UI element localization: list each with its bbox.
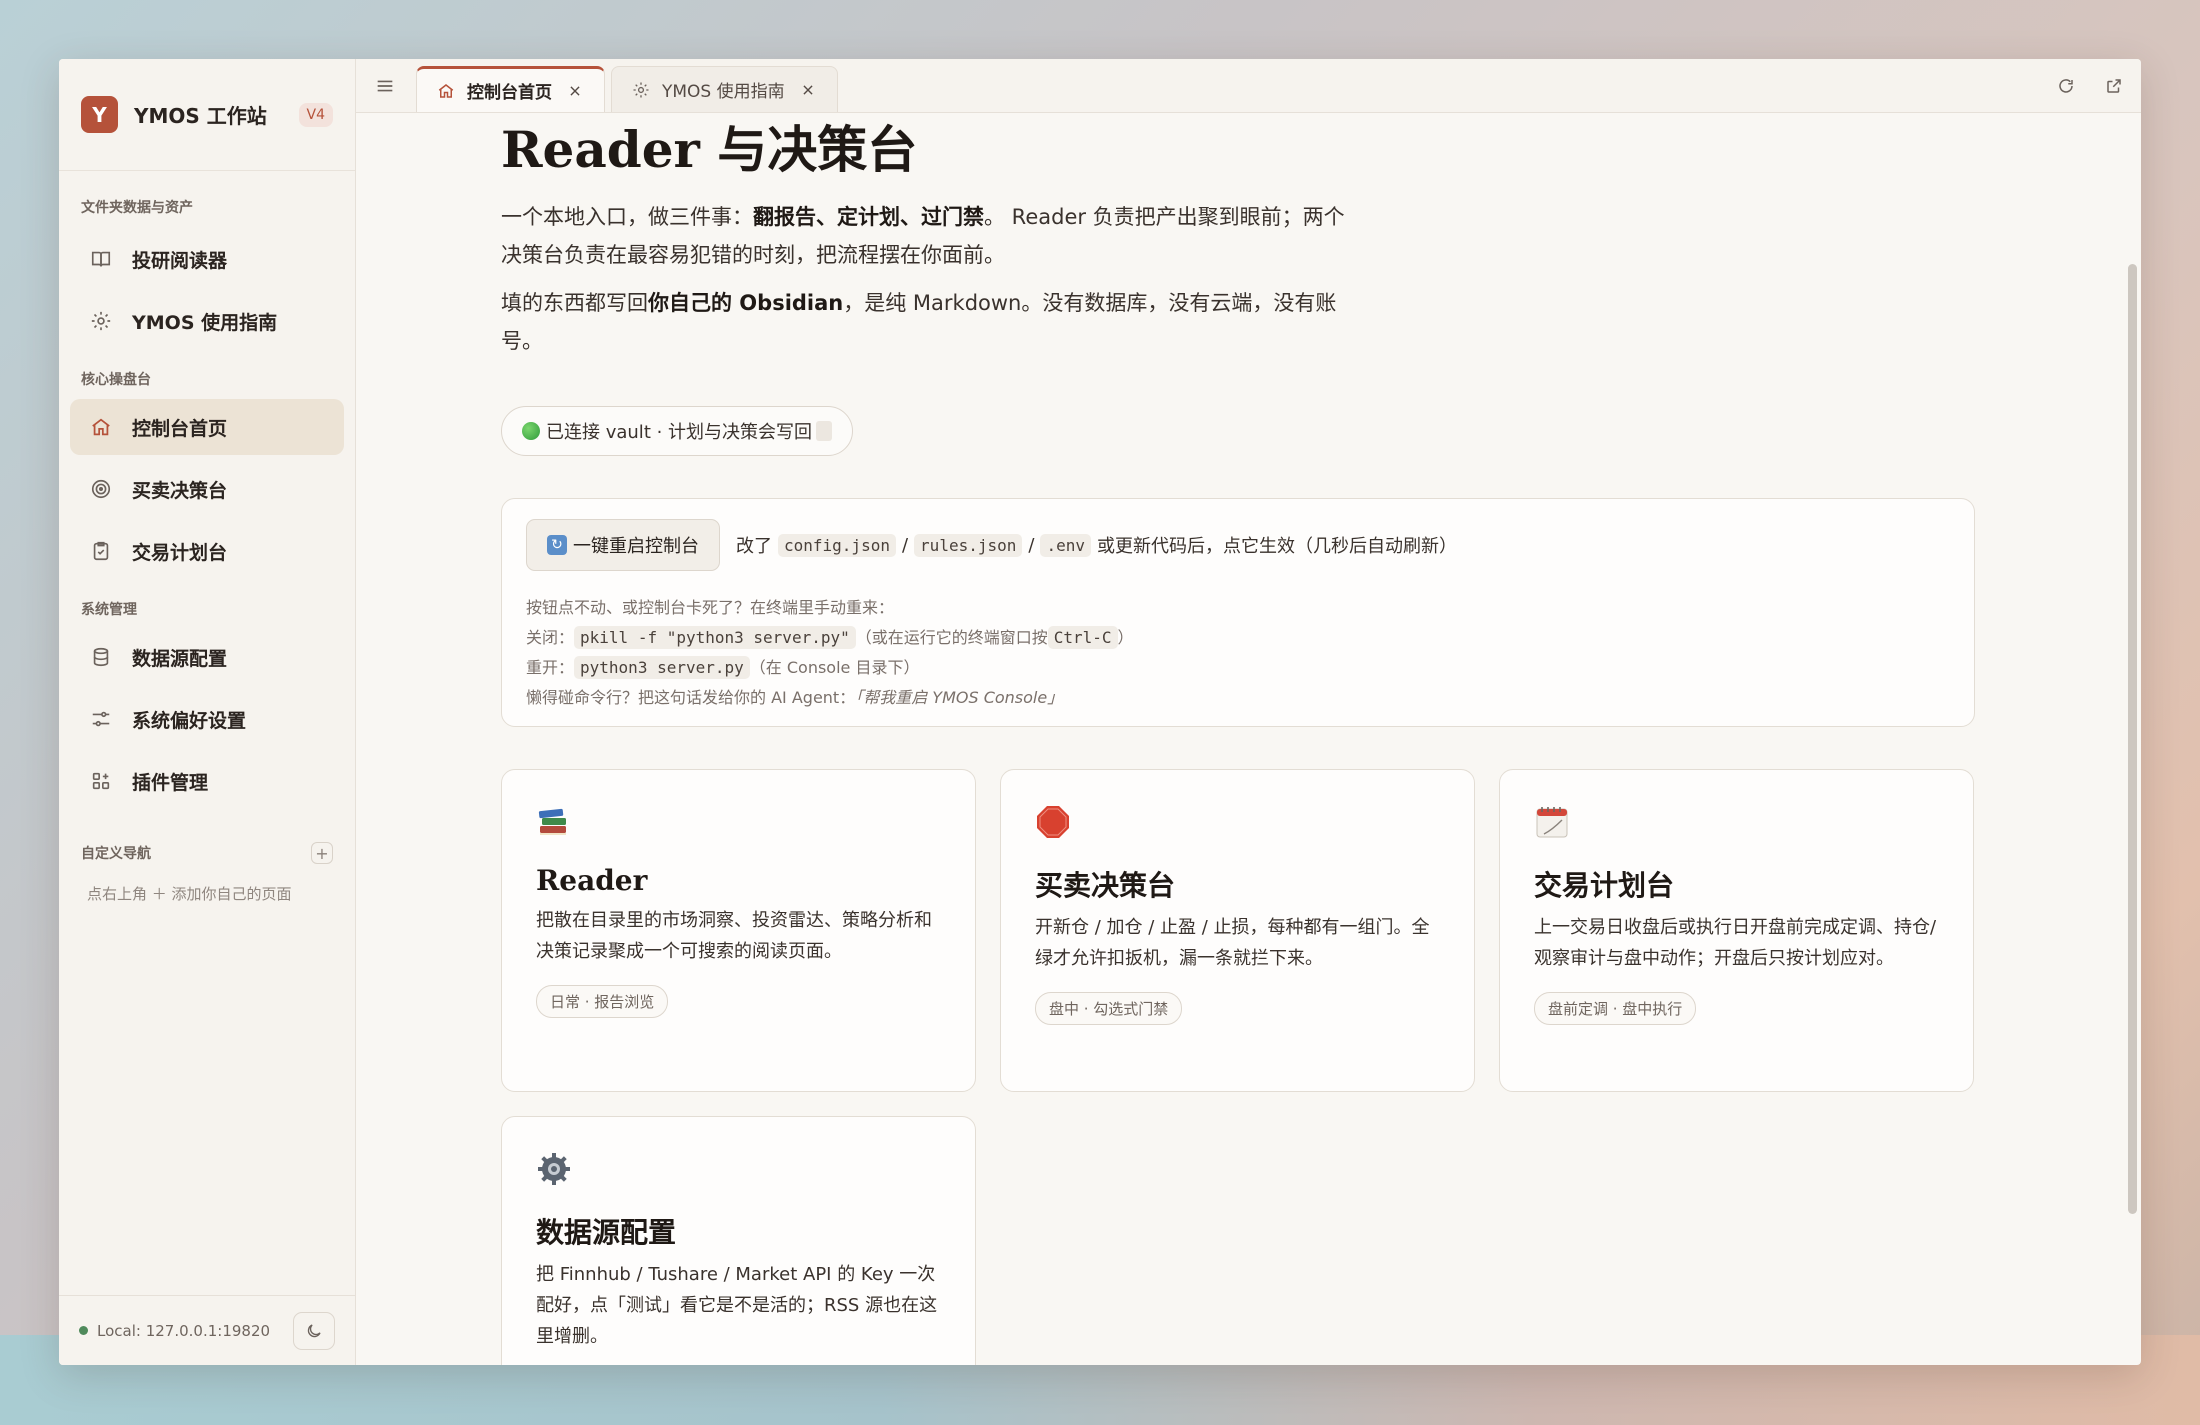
brand-header: Y YMOS 工作站 V4 [59,59,355,171]
restart-card: ↻ 一键重启控制台 改了 config.json / rules.json / … [501,498,1975,727]
pill-tail [816,421,833,441]
custom-nav-hint: 点右上角 ＋ 添加你自己的页面 [87,885,292,903]
sidebar-item-label: YMOS 使用指南 [132,311,278,334]
page-title: Reader 与决策台 [501,120,918,179]
green-circle-icon [522,422,540,440]
sidebar-item-label: 投研阅读器 [132,249,228,272]
sidebar-item-datasource[interactable]: 数据源配置 [70,629,344,685]
home-icon [89,415,113,439]
book-icon [89,247,113,271]
restart-console-button[interactable]: ↻ 一键重启控制台 [526,519,720,571]
gear-icon [632,81,650,99]
open-external-icon[interactable] [2105,75,2127,97]
intro-paragraph-2: 填的东西都写回你自己的 Obsidian，是纯 Markdown。没有数据库，没… [501,291,1337,353]
app-window: Y YMOS 工作站 V4 文件夹数据与资产 投研阅读器 YMOS 使用指南 核… [59,59,2141,1365]
content-area: Reader 与决策台 一个本地入口，做三件事：翻报告、定计划、过门禁。 Rea… [356,114,2141,1365]
brand-name: YMOS 工作站 [134,104,267,128]
card-title: 买卖决策台 [1035,869,1176,902]
sidebar-item-reader[interactable]: 投研阅读器 [70,231,344,287]
card-plan[interactable]: 交易计划台 上一交易日收盘后或执行日开盘前完成定调、持仓/观察审计与盘中动作；开… [1499,769,1974,1092]
database-icon [89,645,113,669]
version-badge: V4 [298,102,333,127]
menu-toggle-icon[interactable] [374,75,398,99]
section-label-assets: 文件夹数据与资产 [81,200,193,216]
card-desc: 上一交易日收盘后或执行日开盘前完成定调、持仓/观察审计与盘中动作；开盘后只按计划… [1534,917,1937,969]
sidebar-item-label: 交易计划台 [132,541,228,564]
local-address: Local: 127.0.0.1:19820 [97,1321,271,1340]
tab-dashboard[interactable]: 控制台首页 [416,66,605,112]
sidebar-item-plan[interactable]: 交易计划台 [70,523,344,579]
main-area: 控制台首页 YMOS 使用指南 Reader 与决策台 一个本地入口，做三件事：… [356,59,2141,1365]
stop-sign-emoji-icon [1037,806,1069,838]
card-tag: 日常 · 报告浏览 [536,985,669,1018]
target-icon [89,477,113,501]
sidebar: Y YMOS 工作站 V4 文件夹数据与资产 投研阅读器 YMOS 使用指南 核… [59,59,356,1365]
tab-label: YMOS 使用指南 [662,82,785,102]
books-emoji-icon [538,808,566,835]
card-desc: 把散在目录里的市场洞察、投资雷达、策略分析和决策记录聚成一个可搜索的阅读页面。 [536,910,932,962]
sidebar-item-label: 买卖决策台 [132,479,228,502]
sidebar-item-plugins[interactable]: 插件管理 [70,753,344,809]
apps-icon [89,769,113,793]
card-title: 交易计划台 [1534,869,1675,902]
sidebar-item-label: 插件管理 [132,771,209,794]
calendar-emoji-icon [1536,807,1568,838]
card-title: Reader [536,864,648,897]
tab-actions [2057,75,2127,97]
moon-icon [307,1323,321,1337]
feature-cards: Reader 把散在目录里的市场洞察、投资雷达、策略分析和决策记录聚成一个可搜索… [501,769,1975,1365]
refresh-icon[interactable] [2057,75,2079,97]
vault-status-pill: 已连接 vault · 计划与决策会写回 [501,406,854,456]
card-tag: 盘中 · 勾选式门禁 [1035,992,1183,1025]
gear-emoji-icon [538,1153,570,1185]
card-title: 数据源配置 [536,1216,677,1249]
card-reader[interactable]: Reader 把散在目录里的市场洞察、投资雷达、策略分析和决策记录聚成一个可搜索… [501,769,976,1092]
manual-restart-instructions: 按钮点不动、或控制台卡死了？在终端里手动重来： 关闭： pkill -f "pyt… [526,598,1134,707]
tab-label: 控制台首页 [467,83,552,103]
restart-description: 改了 config.json / rules.json / .env 或更新代码… [736,533,1457,557]
card-desc: 把 Finnhub / Tushare / Market API 的 Key 一… [536,1264,938,1347]
sidebar-item-label: 系统偏好设置 [132,709,247,732]
sliders-icon [89,707,113,731]
close-icon[interactable] [568,83,584,99]
sidebar-item-decision[interactable]: 买卖决策台 [70,461,344,517]
intro-paragraph: 一个本地入口，做三件事：翻报告、定计划、过门禁。 Reader 负责把产出聚到眼… [501,205,1345,267]
content-inner: Reader 与决策台 一个本地入口，做三件事：翻报告、定计划、过门禁。 Rea… [501,114,1975,1365]
sidebar-item-label: 数据源配置 [132,647,228,670]
card-tag: 盘前定调 · 盘中执行 [1534,992,1697,1025]
sidebar-item-guide[interactable]: YMOS 使用指南 [70,293,344,349]
tab-bar: 控制台首页 YMOS 使用指南 [356,59,2141,113]
brand-logo: Y [81,96,118,133]
close-icon[interactable] [801,82,817,98]
clipboard-icon [89,539,113,563]
card-datasource[interactable]: 数据源配置 把 Finnhub / Tushare / Market API 的… [501,1116,976,1365]
card-desc: 开新仓 / 加仓 / 止盈 / 止损，每种都有一组门。全绿才允许扣扳机，漏一条就… [1035,917,1430,969]
add-custom-page-button[interactable]: + [311,842,333,864]
server-status-dot [79,1326,88,1335]
section-label-core: 核心操盘台 [81,372,151,388]
tab-guide[interactable]: YMOS 使用指南 [611,66,838,112]
sidebar-item-dashboard[interactable]: 控制台首页 [70,399,344,455]
card-decision[interactable]: 买卖决策台 开新仓 / 加仓 / 止盈 / 止损，每种都有一组门。全绿才允许扣扳… [1000,769,1475,1092]
gear-icon [89,309,113,333]
refresh-emoji-icon: ↻ [547,535,567,555]
vertical-scrollbar[interactable] [2128,264,2137,1214]
section-label-custom: 自定义导航 + [59,842,355,864]
home-icon [437,82,455,100]
sidebar-footer: Local: 127.0.0.1:19820 [59,1295,355,1365]
sidebar-item-label: 控制台首页 [132,417,228,440]
theme-toggle-button[interactable] [293,1311,335,1350]
section-label-system: 系统管理 [81,602,137,618]
sidebar-item-preferences[interactable]: 系统偏好设置 [70,691,344,747]
